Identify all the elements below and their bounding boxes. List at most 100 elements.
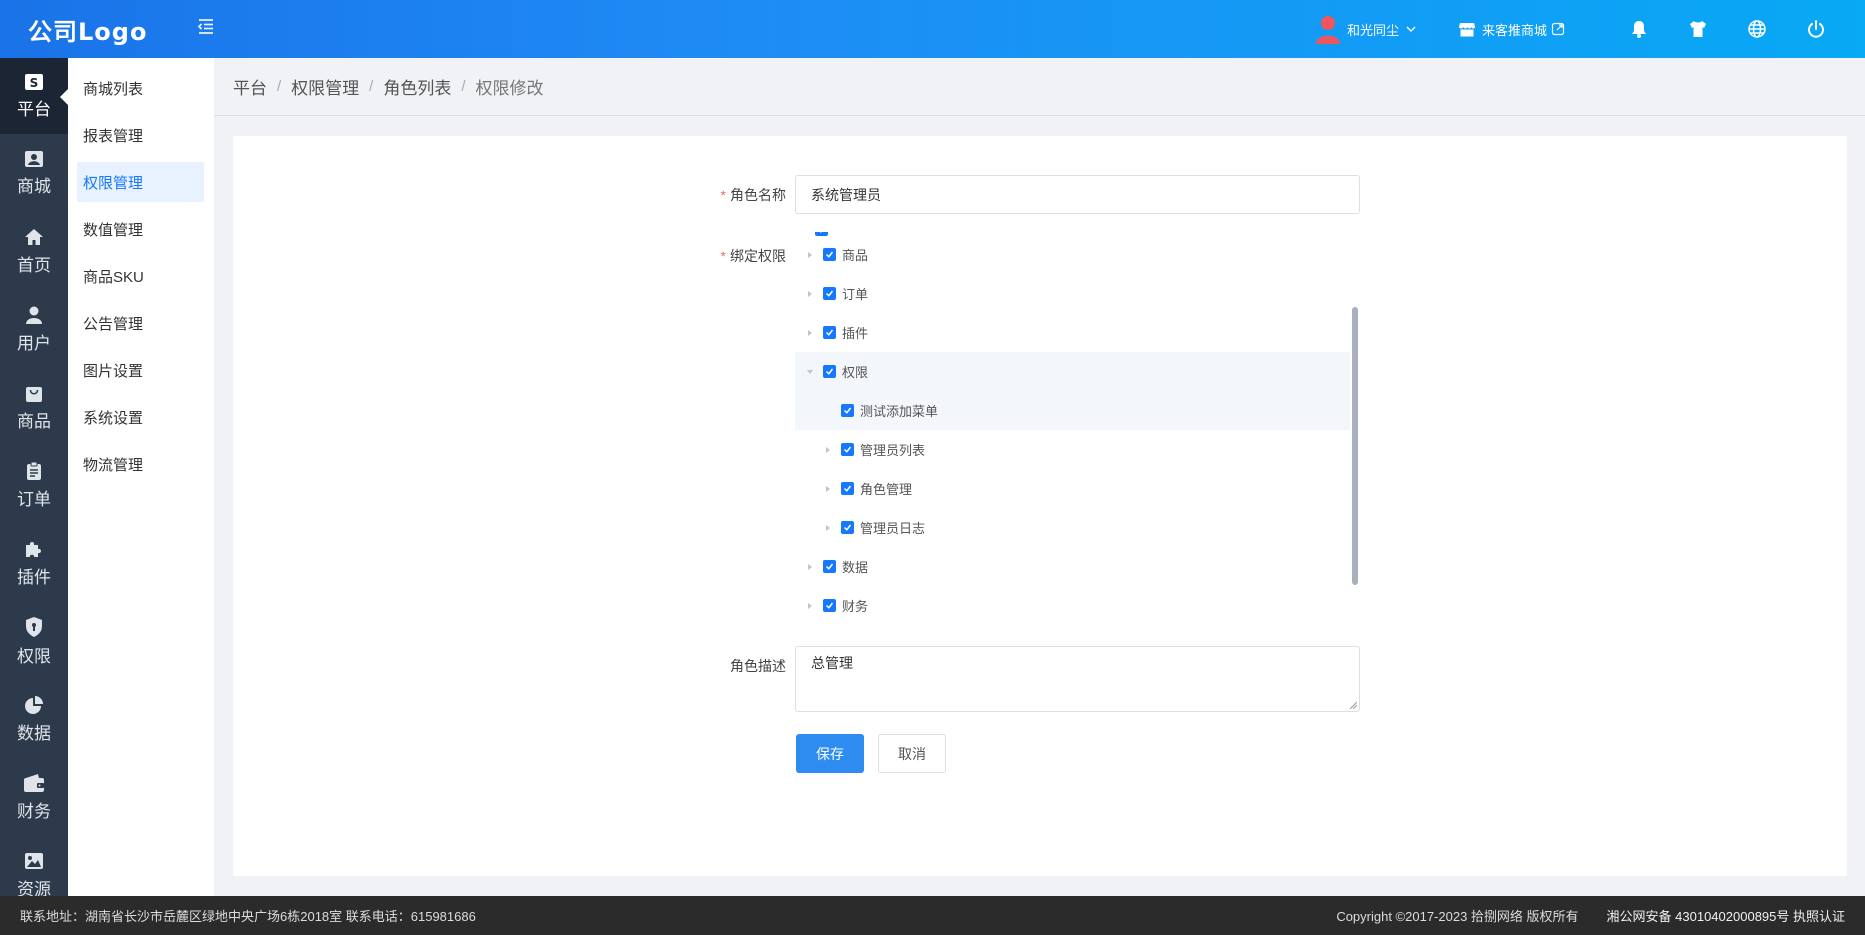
store-icon	[1458, 23, 1475, 37]
caret-right-icon[interactable]	[803, 326, 817, 340]
top-header: 公司Logo 和光同尘 来客推商城	[0, 0, 1865, 58]
checkbox-icon[interactable]	[823, 248, 836, 261]
checkbox-icon[interactable]	[823, 599, 836, 612]
caret-right-icon[interactable]	[803, 599, 817, 613]
nav-home[interactable]: 首页	[0, 212, 68, 290]
tree-node[interactable]: 测试添加菜单	[795, 391, 1350, 430]
caret-right-icon[interactable]	[821, 521, 835, 535]
nav-label: 订单	[17, 489, 51, 509]
submenu-item-value[interactable]: 数值管理	[77, 209, 204, 249]
breadcrumb-item[interactable]: 权限管理	[291, 74, 359, 99]
shield-icon	[26, 616, 42, 637]
menu-collapse-icon[interactable]	[196, 16, 216, 36]
role-name-label: * 角色名称	[720, 187, 786, 203]
tree-node-label: 数据	[842, 560, 869, 575]
submenu-item-sku[interactable]: 商品SKU	[77, 256, 204, 296]
footer-copyright: Copyright ©2017-2023 拾捌网络 版权所有	[1336, 909, 1579, 924]
breadcrumb-item[interactable]: 平台	[233, 74, 267, 99]
permission-tree[interactable]: 商品订单插件权限测试添加菜单管理员列表 角色管理管理员日志数据财务	[795, 232, 1360, 627]
svg-text:S: S	[30, 76, 39, 90]
power-icon[interactable]	[1786, 19, 1845, 39]
globe-icon[interactable]	[1727, 19, 1786, 39]
nav-label: 平台	[17, 99, 51, 119]
nav-user[interactable]: 用户	[0, 290, 68, 368]
bell-icon[interactable]	[1609, 19, 1668, 39]
nav-label: 财务	[17, 801, 51, 821]
submenu-item-notice[interactable]: 公告管理	[77, 303, 204, 343]
tree-node-label: 插件	[842, 326, 869, 341]
main-nav: S 平台 商城 首页 用户 商品 订单 插件 权限 数据 财务 资源	[0, 58, 68, 899]
tree-node-label: 权限	[842, 365, 869, 380]
checkbox-icon[interactable]	[823, 560, 836, 573]
tree-node[interactable]: 订单	[795, 274, 1350, 313]
checkbox-icon[interactable]	[841, 482, 854, 495]
tree-node[interactable]: 管理员列表	[795, 430, 1350, 469]
checkbox-icon[interactable]	[841, 404, 854, 417]
submenu-item-image[interactable]: 图片设置	[77, 350, 204, 390]
nav-label: 权限	[17, 646, 51, 666]
checkbox-icon[interactable]	[841, 521, 854, 534]
footer: 联系地址：湖南省长沙市岳麓区绿地中央广场6栋2018室 联系电话：6159816…	[0, 896, 1865, 935]
role-name-input[interactable]: 系统管理员	[795, 175, 1360, 214]
company-logo: 公司Logo	[28, 18, 148, 46]
checkbox-icon[interactable]	[823, 326, 836, 339]
caret-right-icon[interactable]	[803, 560, 817, 574]
nav-platform[interactable]: S 平台	[0, 58, 68, 134]
checkbox-icon[interactable]	[841, 443, 854, 456]
tree-node[interactable]: 管理员日志	[795, 508, 1350, 547]
tree-scrollbar[interactable]	[1352, 307, 1358, 585]
checkbox-icon[interactable]	[823, 365, 836, 378]
submenu-item-mall-list[interactable]: 商城列表	[77, 68, 204, 108]
tree-node[interactable]: 角色管理	[795, 469, 1350, 508]
tree-node[interactable]: 权限	[795, 352, 1350, 391]
tshirt-icon[interactable]	[1668, 19, 1727, 39]
bag-icon	[26, 386, 42, 402]
nav-label: 用户	[17, 333, 51, 353]
avatar-icon	[1315, 16, 1340, 44]
store-link[interactable]: 来客推商城	[1458, 20, 1571, 39]
role-desc-textarea[interactable]: 总管理	[795, 646, 1360, 712]
tree-node[interactable]: 财务	[795, 586, 1350, 625]
role-desc-label: 角色描述	[730, 658, 786, 674]
nav-data[interactable]: 数据	[0, 680, 68, 758]
cancel-button[interactable]: 取消	[878, 734, 946, 773]
save-button[interactable]: 保存	[796, 734, 864, 773]
breadcrumb-separator: /	[369, 78, 374, 95]
external-link-icon	[1551, 22, 1565, 36]
nav-goods[interactable]: 商品	[0, 368, 68, 446]
tree-node-label: 财务	[842, 599, 869, 614]
puzzle-icon	[26, 541, 41, 557]
submenu-item-permission[interactable]: 权限管理	[77, 162, 204, 202]
tree-node[interactable]: 数据	[795, 547, 1350, 586]
nav-permission[interactable]: 权限	[0, 602, 68, 680]
nav-mall[interactable]: 商城	[0, 134, 68, 212]
checkbox-icon[interactable]	[823, 287, 836, 300]
tree-node-label: 测试添加菜单	[860, 404, 939, 419]
nav-finance[interactable]: 财务	[0, 758, 68, 836]
user-menu[interactable]: 和光同尘	[1315, 14, 1418, 44]
tree-node-label: 订单	[842, 287, 869, 302]
tree-node[interactable]: 商品	[795, 235, 1350, 274]
caret-right-icon[interactable]	[821, 482, 835, 496]
footer-address: 联系地址：湖南省长沙市岳麓区绿地中央广场6栋2018室 联系电话：6159816…	[20, 909, 476, 924]
nav-label: 商品	[17, 411, 51, 431]
tree-node-label: 管理员日志	[860, 521, 926, 536]
home-icon	[25, 228, 43, 245]
chevron-down-icon	[1406, 26, 1416, 32]
breadcrumb: 平台 / 权限管理 / 角色列表 / 权限修改	[214, 58, 1865, 116]
caret-right-icon[interactable]	[803, 287, 817, 301]
breadcrumb-item[interactable]: 角色列表	[383, 74, 451, 99]
nav-plugin[interactable]: 插件	[0, 524, 68, 602]
nav-order[interactable]: 订单	[0, 446, 68, 524]
store-label: 来客推商城	[1481, 22, 1547, 38]
caret-down-icon[interactable]	[803, 365, 817, 379]
tree-node[interactable]: 插件	[795, 313, 1350, 352]
caret-right-icon[interactable]	[803, 248, 817, 262]
submenu-item-logistics[interactable]: 物流管理	[77, 444, 204, 484]
user-name: 和光同尘	[1346, 22, 1399, 38]
submenu-item-report[interactable]: 报表管理	[77, 115, 204, 155]
caret-right-icon[interactable]	[821, 443, 835, 457]
resize-handle-icon[interactable]	[1349, 701, 1357, 709]
submenu-item-system[interactable]: 系统设置	[77, 397, 204, 437]
bind-permission-label: * 绑定权限	[720, 248, 786, 264]
